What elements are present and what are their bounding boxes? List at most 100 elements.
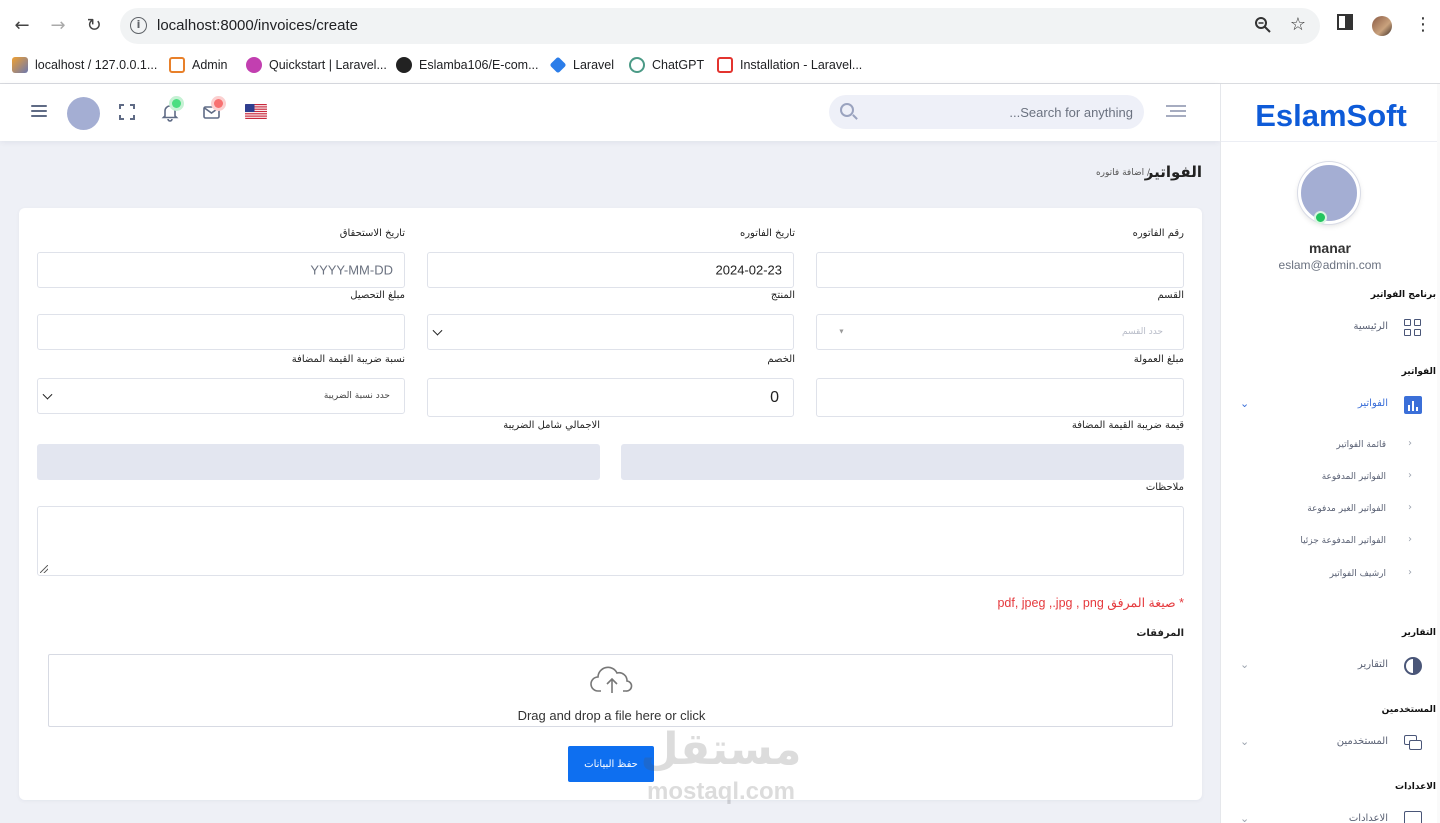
- discount-value: 0: [770, 388, 779, 406]
- more-menu-icon[interactable]: ⋮: [1414, 14, 1432, 35]
- bookmark-installation[interactable]: Installation - Laravel...: [717, 55, 862, 75]
- section-select[interactable]: حدد القسم ▼: [816, 314, 1184, 350]
- text-align-icon[interactable]: [1166, 105, 1186, 119]
- invoice-number-input[interactable]: [816, 252, 1184, 288]
- user-avatar: [1298, 162, 1360, 224]
- caret-down-icon: ▼: [838, 328, 845, 336]
- reload-icon[interactable]: ↻: [82, 14, 106, 38]
- invoice-date-input[interactable]: 2024-02-23: [427, 252, 794, 288]
- sidebar-item-invoices[interactable]: الفواتير ⌄: [1221, 391, 1440, 419]
- sidebar-subitem-paid-invoices[interactable]: الفواتير المدفوعة ›: [1221, 468, 1440, 488]
- profile-avatar-icon[interactable]: [1372, 16, 1392, 36]
- phpmyadmin-icon: [12, 57, 28, 73]
- brand-logo[interactable]: EslamSoft: [1221, 84, 1440, 142]
- bookmark-chatgpt[interactable]: ChatGPT: [629, 55, 704, 75]
- total-label: الاجمالي شامل الضريبة: [503, 420, 600, 431]
- bookmark-phpmyadmin[interactable]: localhost / 127.0.0.1...: [12, 55, 157, 75]
- page-title: الفواتير: [1144, 163, 1202, 181]
- dropzone-text: Drag and drop a file here or click: [517, 708, 706, 723]
- address-bar[interactable]: i localhost:8000/invoices/create ☆: [120, 8, 1320, 44]
- chevron-down-icon: [42, 389, 53, 400]
- notification-badge: [172, 99, 181, 108]
- bookmark-label: ChatGPT: [652, 58, 705, 72]
- bookmarks-bar: localhost / 127.0.0.1... Admin Quickstar…: [0, 52, 1440, 84]
- bookmark-star-icon[interactable]: ☆: [1290, 14, 1306, 35]
- vat-value-output: [621, 444, 1184, 480]
- sidebar-category-users: المستخدمين: [1381, 705, 1436, 715]
- collection-amount-input[interactable]: [37, 314, 405, 350]
- notes-label: ملاحظات: [1145, 482, 1184, 493]
- bookmark-quickstart[interactable]: Quickstart | Laravel...: [246, 55, 387, 75]
- bar-chart-icon: [1404, 396, 1422, 414]
- search-bar[interactable]: [829, 95, 1144, 129]
- laravel-icon: [717, 57, 733, 73]
- sidebar-subitem-label: ارشيف الفواتير: [1329, 569, 1386, 579]
- laravel-diamond-icon: [549, 56, 567, 74]
- bookmark-laravel-docs[interactable]: Laravel: [549, 55, 614, 75]
- commission-input[interactable]: [816, 378, 1184, 417]
- sidebar-item-label: الفواتير: [1357, 398, 1388, 409]
- us-flag-icon[interactable]: [245, 104, 267, 119]
- attachment-format-note: * صيغة المرفق pdf, jpeg ,.jpg , png: [997, 596, 1184, 610]
- chatgpt-icon: [629, 57, 645, 73]
- sidebar: EslamSoft manar eslam@admin.com برنامج ا…: [1220, 84, 1440, 823]
- quickstart-icon: [246, 57, 262, 73]
- sidebar-subitem-invoice-list[interactable]: قائمة الفواتير ›: [1221, 436, 1440, 456]
- notes-textarea[interactable]: [37, 506, 1184, 576]
- sidebar-item-users[interactable]: المستخدمين ⌄: [1221, 729, 1440, 757]
- chevron-down-icon: ⌄: [1240, 658, 1250, 671]
- sidebar-item-label: المستخدمين: [1336, 736, 1388, 747]
- search-input[interactable]: [863, 95, 1133, 129]
- user-email: eslam@admin.com: [1278, 258, 1382, 272]
- sidebar-subitem-partial-invoices[interactable]: الفواتير المدفوعة جزئيا ›: [1221, 532, 1440, 552]
- zoom-icon[interactable]: [1254, 16, 1272, 38]
- invoice-date-label: تاريخ الفاتوره: [739, 228, 795, 239]
- bookmark-github[interactable]: Eslamba106/E-com...: [396, 55, 539, 75]
- bookmark-label: Installation - Laravel...: [740, 58, 863, 72]
- chevron-down-icon: [432, 325, 443, 336]
- browser-toolbar: ← → ↻ i localhost:8000/invoices/create ☆…: [0, 0, 1440, 52]
- discount-label: الخصم: [767, 354, 795, 365]
- sidebar-item-home[interactable]: الرئيسية: [1221, 314, 1440, 342]
- bookmark-label: Quickstart | Laravel...: [269, 58, 387, 72]
- notification-bell-icon[interactable]: [160, 99, 181, 122]
- address-url[interactable]: localhost:8000/invoices/create: [157, 17, 358, 34]
- dashboard-grid-icon: [1404, 319, 1422, 337]
- breadcrumb: / اضافة فاتوره: [1095, 168, 1150, 178]
- chevron-right-icon: ›: [1408, 438, 1412, 449]
- bookmark-label: Laravel: [573, 58, 614, 72]
- forward-arrow-icon[interactable]: →: [46, 14, 70, 38]
- vat-rate-label: نسبة ضريبة القيمة المضافة: [291, 354, 405, 365]
- mail-icon[interactable]: [202, 99, 223, 122]
- vat-value-label: قيمة ضريبة القيمة المضافة: [1071, 420, 1184, 431]
- sidebar-item-label: الرئيسية: [1353, 321, 1388, 332]
- chevron-down-icon: ⌄: [1240, 735, 1250, 748]
- github-icon: [396, 57, 412, 73]
- menu-toggle-icon[interactable]: [31, 105, 47, 119]
- sidebar-item-label: الاعدادات: [1348, 813, 1388, 823]
- product-select[interactable]: [427, 314, 794, 350]
- invoice-date-value: 2024-02-23: [715, 262, 783, 278]
- section-placeholder: حدد القسم: [1122, 327, 1163, 337]
- avatar[interactable]: [67, 97, 100, 130]
- app-header: [0, 84, 1220, 141]
- site-info-icon[interactable]: i: [130, 17, 147, 34]
- fullscreen-icon[interactable]: [119, 104, 135, 120]
- chat-bubbles-icon: [1404, 734, 1422, 752]
- sidebar-subitem-archive[interactable]: ارشيف الفواتير ›: [1221, 565, 1440, 585]
- search-icon: [840, 103, 854, 117]
- file-dropzone[interactable]: Drag and drop a file here or click: [48, 654, 1173, 727]
- due-date-input[interactable]: YYYY-MM-DD: [37, 252, 405, 288]
- save-button[interactable]: حفظ البيانات: [568, 746, 654, 782]
- sidebar-item-reports[interactable]: التقارير ⌄: [1221, 652, 1440, 680]
- bookmark-admin[interactable]: Admin: [169, 55, 227, 75]
- sidebar-subitem-unpaid-invoices[interactable]: الفواتير الغير مدفوعة ›: [1221, 500, 1440, 520]
- resize-handle-icon[interactable]: [40, 565, 48, 573]
- side-panel-icon[interactable]: [1337, 14, 1353, 35]
- vat-rate-select[interactable]: حدد نسبة الضريبة: [37, 378, 405, 414]
- discount-input[interactable]: 0: [427, 378, 794, 417]
- sidebar-item-settings[interactable]: الاعدادات ⌄: [1221, 806, 1440, 823]
- sidebar-category-invoices: الفواتير: [1401, 367, 1436, 377]
- back-arrow-icon[interactable]: ←: [10, 14, 34, 38]
- vat-rate-placeholder: حدد نسبة الضريبة: [323, 391, 390, 401]
